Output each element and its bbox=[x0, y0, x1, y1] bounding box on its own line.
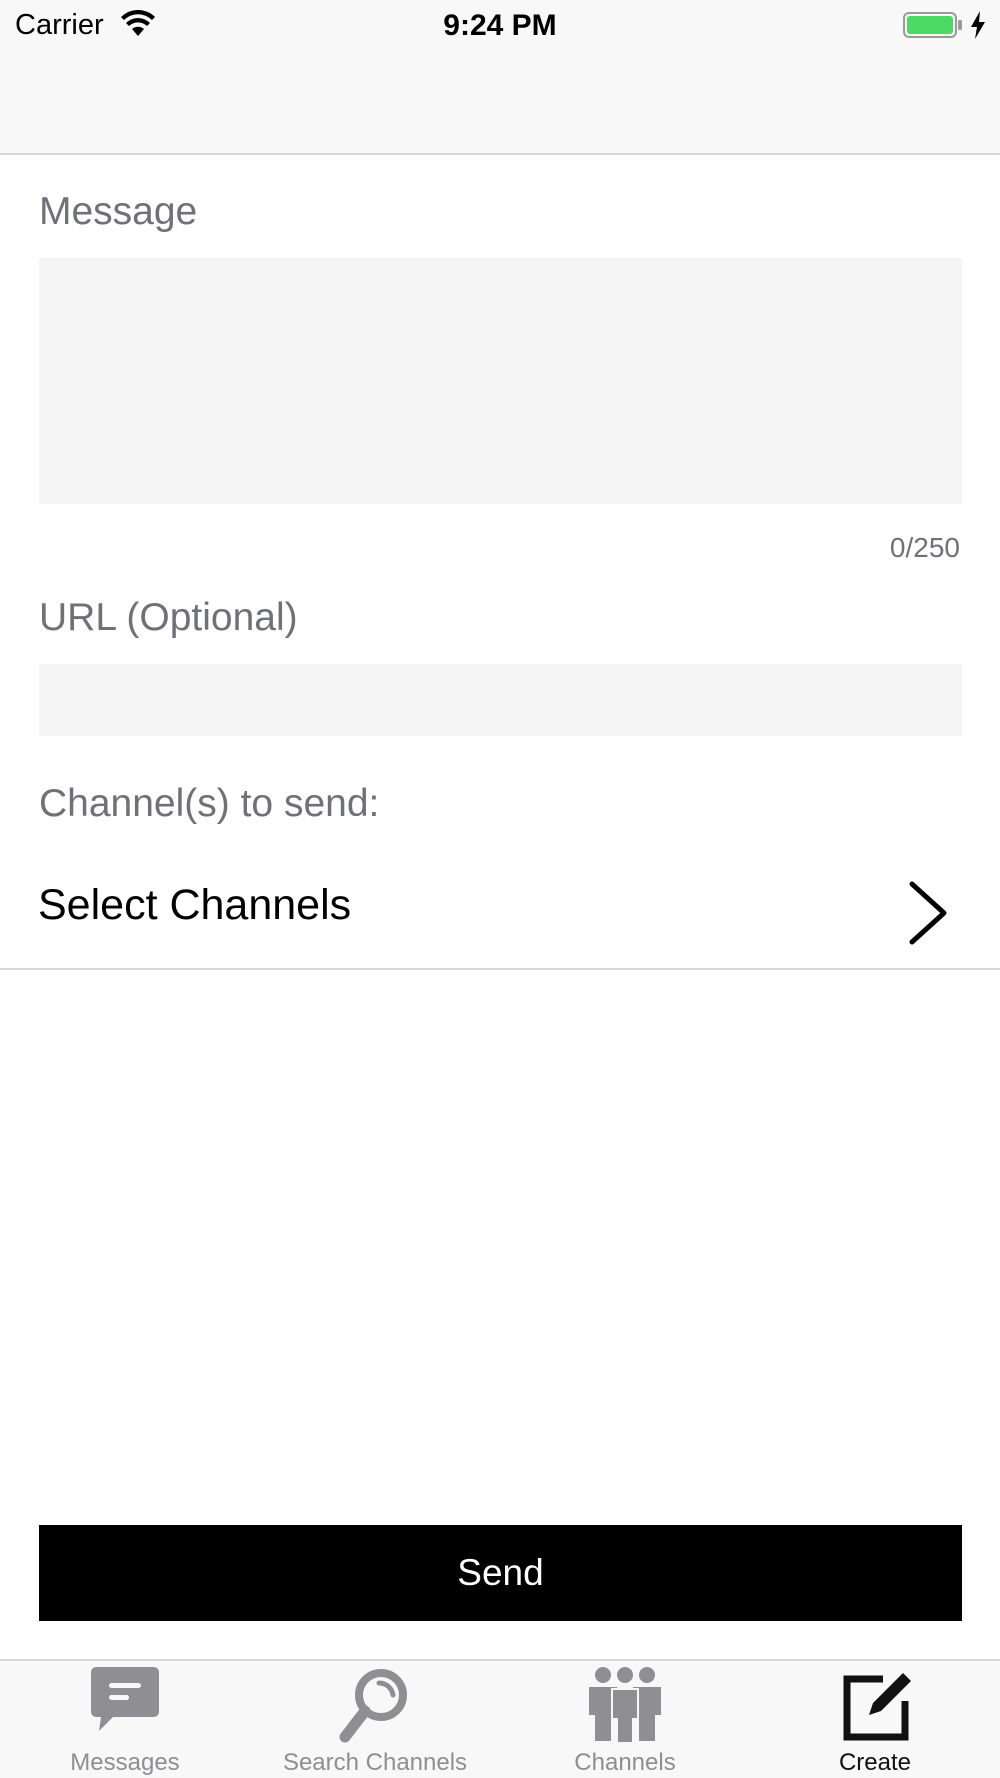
compose-icon bbox=[843, 1673, 911, 1741]
clock-time: 9:24 PM bbox=[443, 9, 557, 42]
select-channels-label: Select Channels bbox=[38, 881, 352, 929]
channels-label: Channel(s) to send: bbox=[39, 782, 380, 825]
top-bar: Carrier 9:24 PM bbox=[0, 0, 1000, 155]
select-channels-row[interactable]: Select Channels bbox=[0, 858, 1000, 970]
tab-label: Channels bbox=[574, 1749, 676, 1776]
tab-messages[interactable]: Messages bbox=[0, 1661, 250, 1778]
tab-search-channels[interactable]: Search Channels bbox=[250, 1661, 500, 1778]
tab-bar: Messages Search Channels Channels Create bbox=[0, 1659, 1000, 1778]
tab-channels[interactable]: Channels bbox=[500, 1661, 750, 1778]
people-group-icon bbox=[589, 1667, 661, 1744]
character-counter: 0/250 bbox=[889, 532, 960, 563]
tab-label: Messages bbox=[70, 1749, 180, 1776]
tab-label: Create bbox=[838, 1749, 912, 1776]
status-bar: Carrier 9:24 PM bbox=[0, 0, 1000, 50]
battery-icon bbox=[903, 12, 962, 38]
tab-label: Search Channels bbox=[282, 1749, 468, 1776]
magnifier-icon bbox=[339, 1669, 407, 1743]
message-textarea[interactable] bbox=[39, 258, 962, 504]
send-button[interactable]: Send bbox=[39, 1525, 962, 1621]
message-label: Message bbox=[39, 190, 198, 233]
chat-bubble-icon bbox=[91, 1667, 159, 1731]
charging-bolt-icon bbox=[971, 11, 985, 39]
url-label: URL (Optional) bbox=[39, 596, 298, 639]
url-input[interactable] bbox=[39, 664, 962, 736]
tab-create[interactable]: Create bbox=[750, 1661, 1000, 1778]
chevron-right-icon bbox=[909, 881, 947, 945]
